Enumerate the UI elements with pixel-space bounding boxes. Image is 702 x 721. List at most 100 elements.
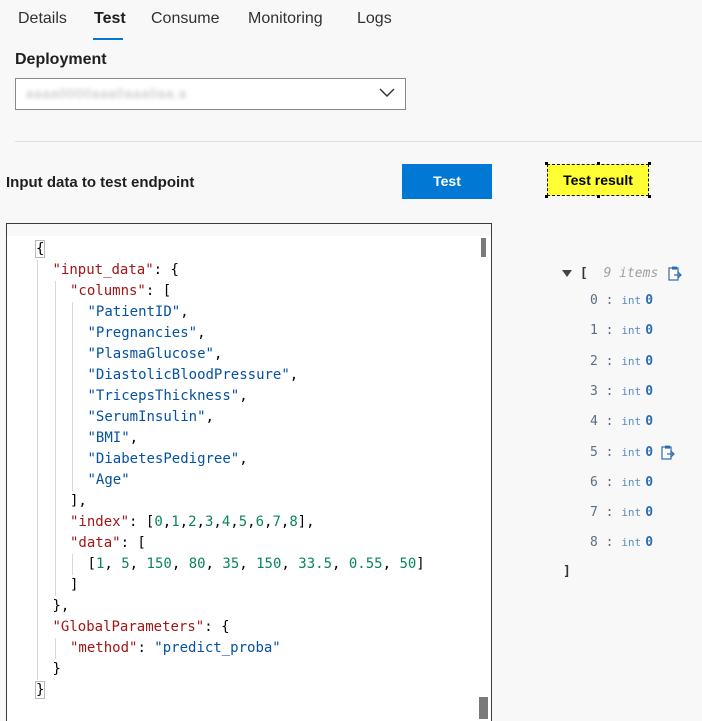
json-string: "PatientID" bbox=[87, 304, 181, 320]
result-item-row: 6 : int 0 bbox=[590, 475, 653, 490]
json-punctuation: ] bbox=[416, 556, 425, 572]
item-separator: : bbox=[597, 353, 622, 369]
selection-handle bbox=[545, 162, 548, 165]
json-string: "DiabetesPedigree" bbox=[87, 451, 240, 467]
json-key: "index" bbox=[70, 514, 130, 530]
test-button[interactable]: Test bbox=[402, 164, 492, 199]
json-punctuation: , bbox=[239, 451, 248, 467]
result-item-row: 4 : int 0 bbox=[590, 414, 653, 429]
json-number: 0 bbox=[154, 514, 163, 530]
json-punctuation: , bbox=[213, 514, 222, 530]
section-divider bbox=[15, 141, 702, 142]
tab-consume[interactable]: Consume bbox=[151, 10, 219, 28]
copy-icon[interactable] bbox=[661, 445, 675, 460]
json-number: 50 bbox=[399, 556, 417, 572]
json-string: "DiastolicBloodPressure" bbox=[87, 367, 290, 383]
tab-bar: Details Test Consume Monitoring Logs bbox=[0, 0, 702, 42]
test-result-label: Test result bbox=[547, 164, 649, 196]
code-line: "PlasmaGlucose", bbox=[88, 344, 223, 365]
json-string: "TricepsThickness" bbox=[87, 388, 240, 404]
json-punctuation: , bbox=[104, 556, 122, 572]
code-line: } bbox=[53, 659, 61, 680]
json-punctuation: , bbox=[289, 367, 299, 383]
close-bracket: ] bbox=[563, 563, 571, 579]
code-line: ], bbox=[70, 491, 87, 512]
item-type: int bbox=[621, 536, 642, 550]
open-bracket: [ bbox=[579, 266, 588, 281]
item-separator: : bbox=[597, 414, 622, 430]
json-string: "PlasmaGlucose" bbox=[87, 346, 214, 362]
editor-scrollbar[interactable] bbox=[477, 236, 491, 721]
json-punctuation: , bbox=[205, 409, 214, 425]
code-line: "index": [0,1,2,3,4,5,6,7,8], bbox=[70, 512, 315, 533]
item-index: 2 bbox=[590, 353, 598, 369]
code-line: "columns": [ bbox=[70, 281, 171, 302]
code-line: }, bbox=[53, 596, 70, 617]
item-type: int bbox=[621, 415, 642, 429]
deployment-label: Deployment bbox=[15, 51, 107, 68]
item-type: int bbox=[621, 384, 642, 398]
scrollbar-thumb-bottom[interactable] bbox=[479, 697, 488, 719]
code-line: "TricepsThickness", bbox=[88, 386, 248, 407]
json-number: 4 bbox=[221, 514, 231, 530]
json-number: 7 bbox=[272, 514, 281, 530]
scrollbar-thumb[interactable] bbox=[481, 238, 486, 257]
json-punctuation: , bbox=[239, 556, 257, 572]
json-punctuation: , bbox=[239, 388, 248, 404]
indent-guide bbox=[72, 554, 73, 575]
json-punctuation: : [ bbox=[145, 283, 172, 299]
json-punctuation: , bbox=[196, 514, 205, 530]
json-punctuation: ], bbox=[70, 493, 87, 509]
tab-test[interactable]: Test bbox=[94, 10, 126, 28]
tab-logs[interactable]: Logs bbox=[357, 10, 392, 28]
json-punctuation: , bbox=[230, 514, 239, 530]
json-punctuation: ] bbox=[70, 577, 79, 593]
item-index: 6 bbox=[590, 474, 598, 490]
selection-handle bbox=[648, 195, 651, 198]
tab-details[interactable]: Details bbox=[18, 10, 67, 28]
result-item-row: 2 : int 0 bbox=[590, 354, 653, 369]
item-value: 0 bbox=[645, 323, 654, 339]
input-data-title: Input data to test endpoint bbox=[6, 174, 195, 191]
deployment-dropdown[interactable]: aaaa0000aaa0aaa0aa.a bbox=[15, 78, 406, 110]
code-line: "data": [ bbox=[70, 533, 146, 554]
input-json-editor[interactable]: {"input_data": {"columns": ["PatientID",… bbox=[6, 223, 492, 721]
code-line: } bbox=[35, 680, 46, 701]
item-index: 5 bbox=[590, 444, 598, 460]
indent-guide bbox=[54, 281, 56, 596]
json-punctuation: , bbox=[129, 430, 139, 446]
json-number: 2 bbox=[188, 514, 197, 530]
item-value: 0 bbox=[645, 535, 654, 551]
item-value: 0 bbox=[645, 505, 654, 521]
json-punctuation: , bbox=[281, 556, 299, 572]
item-index: 4 bbox=[590, 414, 598, 430]
result-item-row: 8 : int 0 bbox=[590, 535, 653, 550]
editor-code-area[interactable]: {"input_data": {"columns": ["PatientID",… bbox=[7, 236, 475, 721]
json-string: "Pregnancies" bbox=[87, 325, 198, 341]
json-key: "GlobalParameters" bbox=[52, 619, 205, 635]
json-punctuation: , bbox=[382, 556, 400, 572]
indent-guide bbox=[37, 260, 38, 680]
selection-handle bbox=[648, 162, 651, 165]
tab-monitoring[interactable]: Monitoring bbox=[248, 10, 323, 28]
selection-handle bbox=[597, 195, 600, 198]
deployment-selected-value: aaaa0000aaa0aaa0aa.a bbox=[26, 86, 187, 101]
json-punctuation: , bbox=[180, 304, 189, 320]
selection-handle bbox=[545, 195, 548, 198]
json-punctuation: , bbox=[197, 325, 206, 341]
json-key: "method" bbox=[70, 640, 138, 656]
json-number: 150 bbox=[256, 556, 282, 572]
caret-down-icon[interactable] bbox=[562, 270, 572, 277]
item-type: int bbox=[621, 294, 642, 307]
item-index: 8 bbox=[590, 535, 598, 551]
item-separator: : bbox=[597, 474, 622, 490]
code-line: "BMI", bbox=[88, 428, 139, 449]
json-punctuation: } bbox=[35, 681, 46, 699]
json-punctuation: { bbox=[35, 240, 46, 258]
item-separator: : bbox=[597, 293, 622, 308]
indent-guide bbox=[54, 638, 56, 659]
json-punctuation: , bbox=[179, 514, 189, 530]
json-number: 5 bbox=[121, 556, 130, 572]
item-value: 0 bbox=[645, 474, 654, 490]
copy-icon[interactable] bbox=[668, 266, 682, 281]
